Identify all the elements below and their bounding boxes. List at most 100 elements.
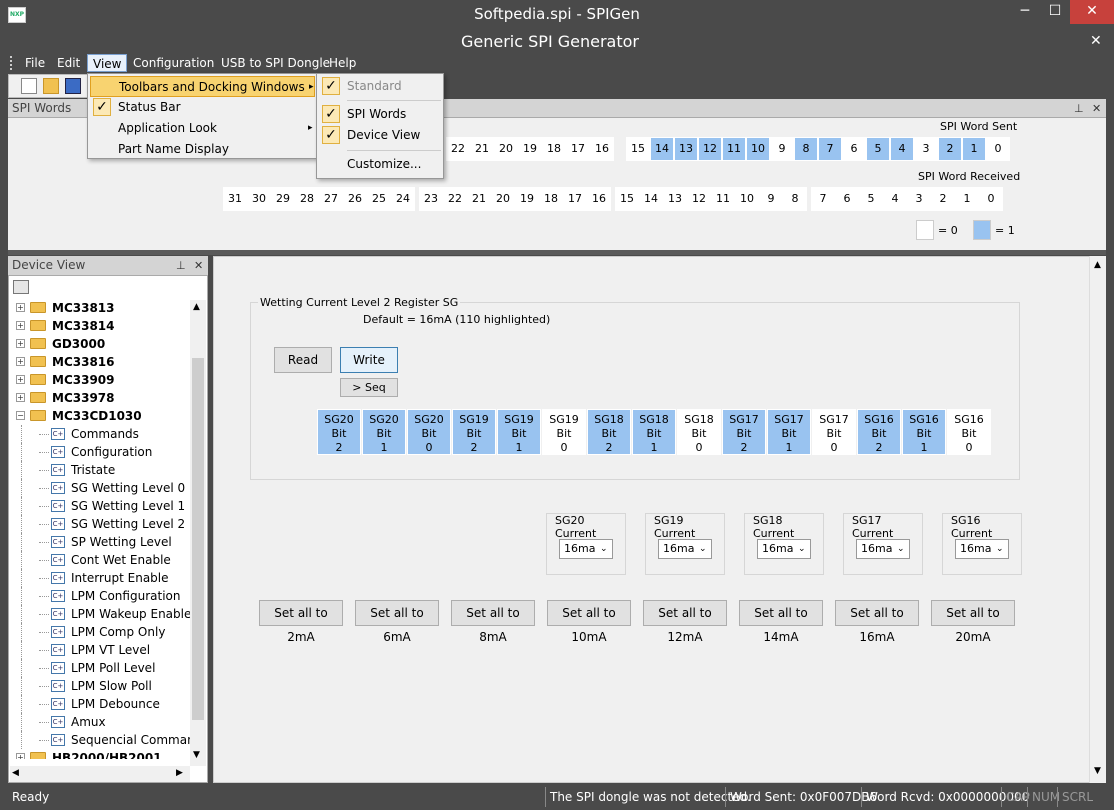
tree-item-configuration[interactable]: C+ Configuration [9, 443, 191, 461]
sent-bit-cell[interactable]: 17 [566, 137, 590, 161]
scroll-thumb[interactable] [192, 358, 204, 720]
sent-bit-cell[interactable]: 14 [650, 137, 674, 161]
set-all-button[interactable]: Set all to 6mA [355, 600, 439, 644]
main-scroll-down-icon[interactable]: ▼ [1094, 766, 1101, 776]
seq-button[interactable]: > Seq [340, 378, 398, 397]
sent-bit-cell[interactable]: 1 [962, 137, 986, 161]
set-all-button[interactable]: Set all to 2mA [259, 600, 343, 644]
menu-view[interactable]: View [87, 54, 128, 72]
tree-item-hb2000-hb2001[interactable]: + HB2000/HB2001 [9, 749, 191, 759]
current-select[interactable]: 16ma ⌄ [757, 539, 811, 559]
sent-bit-cell[interactable]: 15 [626, 137, 650, 161]
tree-item-mc33909[interactable]: + MC33909 [9, 371, 191, 389]
device-pin-icon[interactable]: ⊥ [176, 256, 186, 275]
tree-item-mc33cd1030[interactable]: − MC33CD1030 [9, 407, 191, 425]
register-bit-cell[interactable]: SG18 Bit 1 [632, 409, 676, 455]
tree-item-tristate[interactable]: C+ Tristate [9, 461, 191, 479]
sent-bit-cell[interactable]: 7 [818, 137, 842, 161]
register-bit-cell[interactable]: SG19 Bit 0 [542, 409, 586, 455]
pane-close-icon[interactable]: ✕ [1092, 99, 1101, 118]
close-document-button[interactable]: ✕ [1090, 33, 1102, 49]
register-bit-cell[interactable]: SG17 Bit 1 [767, 409, 811, 455]
set-all-button[interactable]: Set all to 12mA [643, 600, 727, 644]
tree-item-commands[interactable]: C+ Commands [9, 425, 191, 443]
toolbar-submenu-item-standard[interactable]: ✓ Standard [319, 76, 441, 97]
sent-bit-cell[interactable]: 0 [986, 137, 1010, 161]
register-bit-cell[interactable]: SG16 Bit 0 [947, 409, 991, 455]
scroll-down-icon[interactable]: ▼ [193, 750, 200, 760]
current-select[interactable]: 16ma ⌄ [559, 539, 613, 559]
scroll-left-icon[interactable]: ◀ [12, 768, 19, 778]
expander-icon[interactable]: + [16, 393, 25, 402]
register-bit-cell[interactable]: SG20 Bit 0 [407, 409, 451, 455]
menu-edit[interactable]: Edit [52, 54, 85, 72]
sent-bit-cell[interactable]: 13 [674, 137, 698, 161]
main-scroll-up-icon[interactable]: ▲ [1094, 260, 1101, 270]
open-folder-icon[interactable] [43, 78, 59, 94]
register-bit-cell[interactable]: SG20 Bit 1 [362, 409, 406, 455]
view-menu-item-part-name-display[interactable]: Part Name Display [90, 139, 315, 160]
menu-usb-to-spi-dongle[interactable]: USB to SPI Dongle [216, 54, 335, 72]
save-icon[interactable] [65, 78, 81, 94]
sent-bit-cell[interactable]: 11 [722, 137, 746, 161]
maximize-button[interactable]: ☐ [1040, 0, 1070, 24]
register-bit-cell[interactable]: SG18 Bit 2 [587, 409, 631, 455]
sent-bit-cell[interactable]: 3 [914, 137, 938, 161]
toolbar-submenu-item-customize-[interactable]: Customize... [319, 154, 441, 175]
minimize-button[interactable]: ─ [1010, 0, 1040, 24]
expander-icon[interactable]: + [16, 375, 25, 384]
sent-bit-cell[interactable]: 18 [542, 137, 566, 161]
menu-configuration[interactable]: Configuration [128, 54, 219, 72]
sent-bit-cell[interactable]: 9 [770, 137, 794, 161]
tree-item-sequencial-commands[interactable]: C+ Sequencial Commands [9, 731, 191, 749]
current-select[interactable]: 16ma ⌄ [955, 539, 1009, 559]
tree-horizontal-scrollbar[interactable]: ◀ ▶ [10, 766, 190, 782]
tree-item-mc33816[interactable]: + MC33816 [9, 353, 191, 371]
expander-icon[interactable]: + [16, 357, 25, 366]
sent-bit-cell[interactable]: 10 [746, 137, 770, 161]
tree-item-sg-wetting-level-1[interactable]: C+ SG Wetting Level 1 [9, 497, 191, 515]
current-select[interactable]: 16ma ⌄ [856, 539, 910, 559]
sent-bit-cell[interactable]: 20 [494, 137, 518, 161]
register-bit-cell[interactable]: SG20 Bit 2 [317, 409, 361, 455]
tree-item-lpm-comp-only[interactable]: C+ LPM Comp Only [9, 623, 191, 641]
current-select[interactable]: 16ma ⌄ [658, 539, 712, 559]
register-bit-cell[interactable]: SG19 Bit 2 [452, 409, 496, 455]
new-file-icon[interactable] [21, 78, 37, 94]
tree-item-lpm-vt-level[interactable]: C+ LPM VT Level [9, 641, 191, 659]
toolbar-submenu-item-spi-words[interactable]: ✓ SPI Words [319, 104, 441, 125]
sent-bit-cell[interactable]: 22 [446, 137, 470, 161]
register-bit-cell[interactable]: SG16 Bit 2 [857, 409, 901, 455]
tree-item-sp-wetting-level[interactable]: C+ SP Wetting Level [9, 533, 191, 551]
tree-item-sg-wetting-level-0[interactable]: C+ SG Wetting Level 0 [9, 479, 191, 497]
sent-bit-cell[interactable]: 5 [866, 137, 890, 161]
tree-item-interrupt-enable[interactable]: C+ Interrupt Enable [9, 569, 191, 587]
sent-bit-cell[interactable]: 21 [470, 137, 494, 161]
sent-bit-cell[interactable]: 4 [890, 137, 914, 161]
scroll-right-icon[interactable]: ▶ [176, 768, 183, 778]
expander-icon[interactable]: + [16, 303, 25, 312]
device-toolbar-icon[interactable] [13, 280, 29, 294]
sent-bit-cell[interactable]: 12 [698, 137, 722, 161]
view-menu-item-application-look[interactable]: Application Look ▸ [90, 118, 315, 139]
tree-item-lpm-poll-level[interactable]: C+ LPM Poll Level [9, 659, 191, 677]
tree-item-mc33978[interactable]: + MC33978 [9, 389, 191, 407]
tree-item-lpm-wakeup-enable[interactable]: C+ LPM Wakeup Enable [9, 605, 191, 623]
sent-bit-cell[interactable]: 2 [938, 137, 962, 161]
tree-item-gd3000[interactable]: + GD3000 [9, 335, 191, 353]
sent-bit-cell[interactable]: 16 [590, 137, 614, 161]
expander-icon[interactable]: − [16, 411, 25, 420]
sent-bit-cell[interactable]: 19 [518, 137, 542, 161]
read-button[interactable]: Read [274, 347, 332, 373]
tree-item-lpm-debounce[interactable]: C+ LPM Debounce [9, 695, 191, 713]
tree-item-lpm-configuration[interactable]: C+ LPM Configuration [9, 587, 191, 605]
menu-help[interactable]: Help [324, 54, 361, 72]
toolbar-submenu-item-device-view[interactable]: ✓ Device View [319, 125, 441, 146]
view-menu-item-toolbars-and-docking-windows[interactable]: Toolbars and Docking Windows ▸ [90, 76, 315, 97]
tree-item-lpm-slow-poll[interactable]: C+ LPM Slow Poll [9, 677, 191, 695]
scroll-up-icon[interactable]: ▲ [193, 302, 200, 312]
register-bit-cell[interactable]: SG17 Bit 2 [722, 409, 766, 455]
register-bit-cell[interactable]: SG18 Bit 0 [677, 409, 721, 455]
pin-icon[interactable]: ⊥ [1074, 99, 1084, 118]
sent-bit-cell[interactable]: 6 [842, 137, 866, 161]
